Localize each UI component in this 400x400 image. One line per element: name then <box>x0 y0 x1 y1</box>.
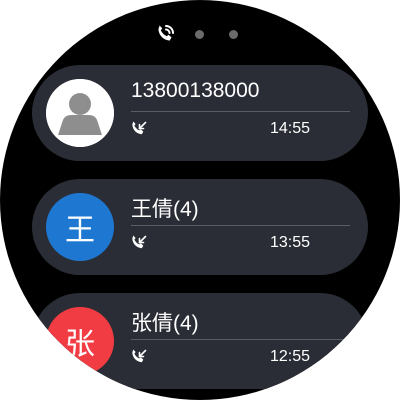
call-time: 14:55 <box>270 120 311 137</box>
divider <box>131 111 350 112</box>
avatar-initial: 王 <box>65 213 95 248</box>
call-log-item[interactable]: 王 王倩(4) 13:55 <box>32 179 368 275</box>
call-time: 12:55 <box>270 348 311 365</box>
contact-placeholder-icon <box>46 79 114 147</box>
page-dot <box>195 30 204 39</box>
contact-name: 王倩(4) <box>131 198 199 221</box>
watch-screen: 13800138000 14:55 王 王倩(4) 13:55 张 张倩(4) <box>0 0 400 400</box>
incoming-call-icon <box>132 121 147 135</box>
avatar <box>46 79 114 147</box>
page-dot <box>229 30 238 39</box>
call-log-item[interactable]: 张 张倩(4) 12:55 <box>32 293 368 389</box>
call-log-item[interactable]: 13800138000 14:55 <box>32 65 368 161</box>
contact-name: 13800138000 <box>131 79 260 102</box>
divider <box>131 339 350 340</box>
call-time: 13:55 <box>270 234 311 251</box>
page-indicator <box>0 22 400 46</box>
avatar-initial: 张 <box>65 327 95 362</box>
contact-name: 张倩(4) <box>131 312 199 335</box>
incoming-call-icon <box>132 349 147 363</box>
incoming-call-icon <box>158 25 174 41</box>
avatar: 张 <box>46 307 114 375</box>
divider <box>131 225 350 226</box>
avatar: 王 <box>46 193 114 261</box>
incoming-call-icon <box>132 235 147 249</box>
